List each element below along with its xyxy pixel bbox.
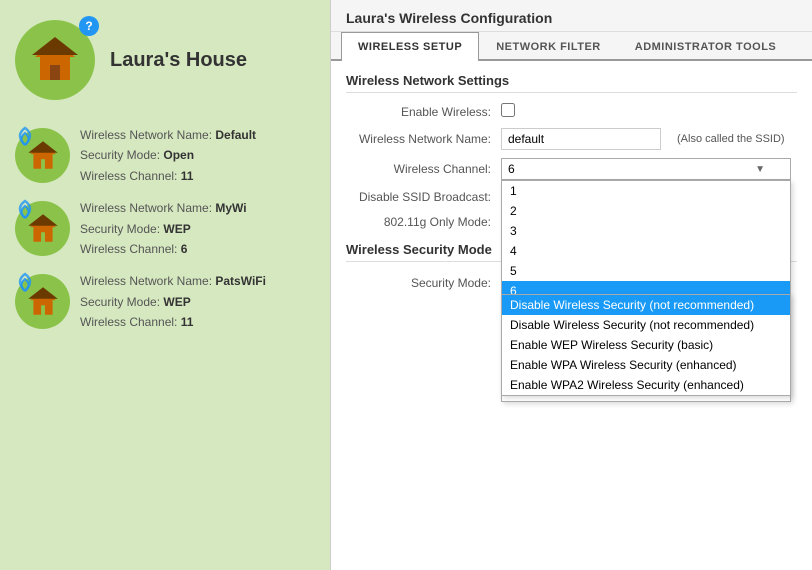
security-mode-label-1: Security Mode: (80, 148, 160, 162)
tab-network-filter[interactable]: NETWORK FILTER (479, 32, 618, 61)
network-list: Wireless Network Name: Default Security … (15, 125, 315, 333)
security-mode-label-3: Security Mode: (80, 295, 160, 309)
security-mode-label-2: Security Mode: (80, 222, 160, 236)
channel-option-3[interactable]: 3 (502, 221, 790, 241)
list-item: Wireless Network Name: MyWi Security Mod… (15, 198, 315, 259)
wifi-icon-1 (10, 123, 40, 153)
wireless-channel-control: 6 ▼ 1 2 3 4 5 6 7 8 9 10 11 (501, 158, 797, 180)
security-mode-value-3: WEP (163, 295, 190, 309)
security-option-0[interactable]: Disable Wireless Security (not recommend… (502, 295, 790, 315)
enable-wireless-control (501, 103, 797, 120)
channel-value-2: 6 (181, 242, 188, 256)
enable-wireless-checkbox[interactable] (501, 103, 515, 117)
channel-dropdown-container: 6 ▼ 1 2 3 4 5 6 7 8 9 10 11 (501, 158, 791, 180)
channel-dropdown-arrow: ▼ (755, 164, 765, 175)
channel-selected-value: 6 (508, 162, 515, 176)
channel-option-4[interactable]: 4 (502, 241, 790, 261)
house-header: ? Laura's House (15, 20, 315, 100)
ssid-note: (Also called the SSID) (677, 133, 785, 145)
network-name-row: Wireless Network Name: (Also called the … (346, 128, 797, 150)
network-info-3: Wireless Network Name: PatsWiFi Security… (80, 271, 266, 332)
mode-80211g-label: 802.11g Only Mode: (346, 215, 491, 229)
wifi-icon-3 (10, 269, 40, 299)
list-item: Wireless Network Name: PatsWiFi Security… (15, 271, 315, 332)
channel-value-1: 11 (181, 169, 194, 183)
channel-value-3: 11 (181, 315, 194, 329)
tab-bar: WIRELESS SETUP NETWORK FILTER ADMINISTRA… (331, 32, 812, 61)
panel-title: Laura's Wireless Configuration (331, 0, 812, 32)
wireless-channel-row: Wireless Channel: 6 ▼ 1 2 3 4 5 6 7 (346, 158, 797, 180)
help-badge[interactable]: ? (79, 16, 99, 36)
channel-dropdown-trigger[interactable]: 6 ▼ (501, 158, 791, 180)
channel-option-1[interactable]: 1 (502, 181, 790, 201)
network-name-value-1: Default (215, 128, 256, 142)
security-mode-value-1: Open (163, 148, 194, 162)
network-settings-title: Wireless Network Settings (346, 73, 797, 93)
enable-wireless-label: Enable Wireless: (346, 105, 491, 119)
channel-label-2: Wireless Channel: (80, 242, 177, 256)
security-option-1[interactable]: Disable Wireless Security (not recommend… (502, 315, 790, 335)
network-name-label-1: Wireless Network Name: (80, 128, 212, 142)
network-info-1: Wireless Network Name: Default Security … (80, 125, 256, 186)
network-name-value-2: MyWi (215, 201, 246, 215)
channel-label-1: Wireless Channel: (80, 169, 177, 183)
house-icon (30, 35, 80, 85)
page-title: Laura's House (110, 49, 247, 72)
network-icon-3 (15, 274, 70, 329)
tab-wireless-setup[interactable]: WIRELESS SETUP (341, 32, 479, 61)
panel-content: Wireless Network Settings Enable Wireles… (331, 61, 812, 570)
security-option-4[interactable]: Enable WPA2 Wireless Security (enhanced) (502, 375, 790, 395)
disable-ssid-label: Disable SSID Broadcast: (346, 190, 491, 204)
security-dropdown-list: Disable Wireless Security (not recommend… (501, 294, 791, 396)
house-icon-container: ? (15, 20, 95, 100)
network-name-value-3: PatsWiFi (215, 274, 266, 288)
network-name-label: Wireless Network Name: (346, 132, 491, 146)
channel-option-2[interactable]: 2 (502, 201, 790, 221)
tab-admin-tools[interactable]: ADMINISTRATOR TOOLS (618, 32, 794, 61)
wireless-channel-label: Wireless Channel: (346, 158, 491, 176)
network-name-label-2: Wireless Network Name: (80, 201, 212, 215)
security-option-3[interactable]: Enable WPA Wireless Security (enhanced) (502, 355, 790, 375)
network-icon-2 (15, 201, 70, 256)
network-name-control: (Also called the SSID) (501, 128, 797, 150)
security-mode-label: Security Mode: (346, 272, 491, 290)
right-panel: Laura's Wireless Configuration WIRELESS … (330, 0, 812, 570)
network-name-input[interactable] (501, 128, 661, 150)
network-icon-1 (15, 128, 70, 183)
channel-label-3: Wireless Channel: (80, 315, 177, 329)
left-panel: ? Laura's House Wireless Network Name: (0, 0, 330, 570)
security-mode-value-2: WEP (163, 222, 190, 236)
wifi-icon-2 (10, 196, 40, 226)
security-option-2[interactable]: Enable WEP Wireless Security (basic) (502, 335, 790, 355)
channel-option-5[interactable]: 5 (502, 261, 790, 281)
list-item: Wireless Network Name: Default Security … (15, 125, 315, 186)
enable-wireless-row: Enable Wireless: (346, 103, 797, 120)
network-name-label-3: Wireless Network Name: (80, 274, 212, 288)
network-info-2: Wireless Network Name: MyWi Security Mod… (80, 198, 247, 259)
